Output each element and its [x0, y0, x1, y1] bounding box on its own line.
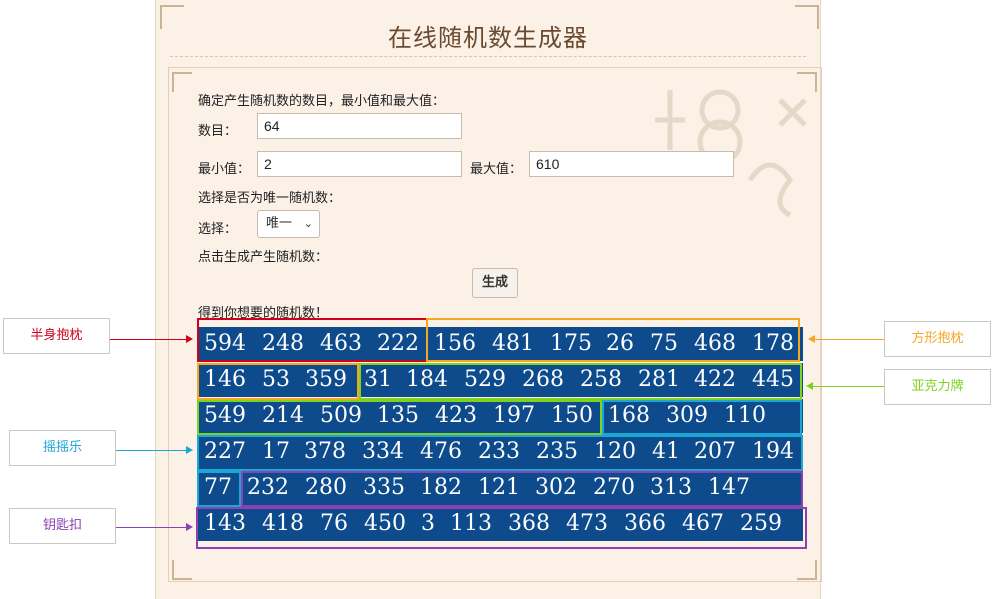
arrow-blue — [116, 450, 188, 451]
unique-select-value: 唯一 — [266, 216, 293, 231]
intro-text: 确定产生随机数的数目，最小值和最大值： — [198, 94, 446, 109]
unique-prompt: 选择是否为唯一随机数： — [198, 191, 342, 206]
tag-label: 钥匙扣 — [42, 518, 82, 533]
highlight-blue-2 — [197, 435, 803, 471]
arrow-blue-head — [186, 446, 193, 454]
highlight-yellow — [426, 318, 800, 362]
arrow-green — [813, 386, 884, 387]
tag-label: 摇摇乐 — [42, 440, 82, 455]
tag-label: 方形抱枕 — [911, 331, 964, 346]
generate-button[interactable]: 生成 — [472, 268, 518, 298]
highlight-blue-3 — [197, 471, 241, 507]
count-input[interactable]: 64 — [257, 113, 462, 139]
arrow-red — [110, 339, 188, 340]
frame-corner-top-left — [172, 72, 192, 92]
select-label: 选择： — [198, 222, 238, 237]
generate-prompt: 点击生成产生随机数： — [198, 250, 329, 265]
arrow-yellow-head — [808, 335, 815, 343]
tag-label: 半身抱枕 — [30, 328, 83, 343]
unique-select[interactable]: 唯一 ⌄ — [257, 210, 320, 238]
arrow-yellow — [815, 339, 884, 340]
tag-blue: 摇摇乐 — [9, 430, 116, 466]
arrow-purple — [116, 527, 188, 528]
tag-red: 半身抱枕 — [3, 318, 110, 354]
max-input[interactable]: 610 — [529, 151, 734, 177]
chevron-down-icon: ⌄ — [303, 217, 313, 230]
tag-label: 亚克力牌 — [911, 379, 964, 394]
tag-purple: 钥匙扣 — [9, 508, 116, 544]
title-divider — [170, 56, 806, 57]
arrow-purple-head — [186, 523, 193, 531]
highlight-purple-2 — [196, 507, 807, 549]
numbers-background-decoration — [655, 89, 807, 218]
frame-corner-bottom-right — [797, 560, 817, 580]
page-title: 在线随机数生成器 — [388, 24, 588, 52]
highlight-blue — [602, 400, 802, 435]
frame-corner-bottom-left — [172, 560, 192, 580]
min-label: 最小值： — [198, 162, 251, 177]
highlight-green — [359, 363, 802, 400]
highlight-purple — [241, 471, 803, 507]
tag-yellow: 方形抱枕 — [884, 321, 991, 357]
arrow-green-head — [806, 382, 813, 390]
highlight-red — [197, 318, 428, 362]
count-label: 数目： — [198, 124, 238, 139]
highlight-green-2 — [197, 400, 602, 435]
min-input[interactable]: 2 — [257, 151, 462, 177]
max-label: 最大值： — [470, 162, 523, 177]
highlight-yellow-2 — [197, 363, 359, 400]
arrow-red-head — [186, 335, 193, 343]
tag-green: 亚克力牌 — [884, 369, 991, 405]
